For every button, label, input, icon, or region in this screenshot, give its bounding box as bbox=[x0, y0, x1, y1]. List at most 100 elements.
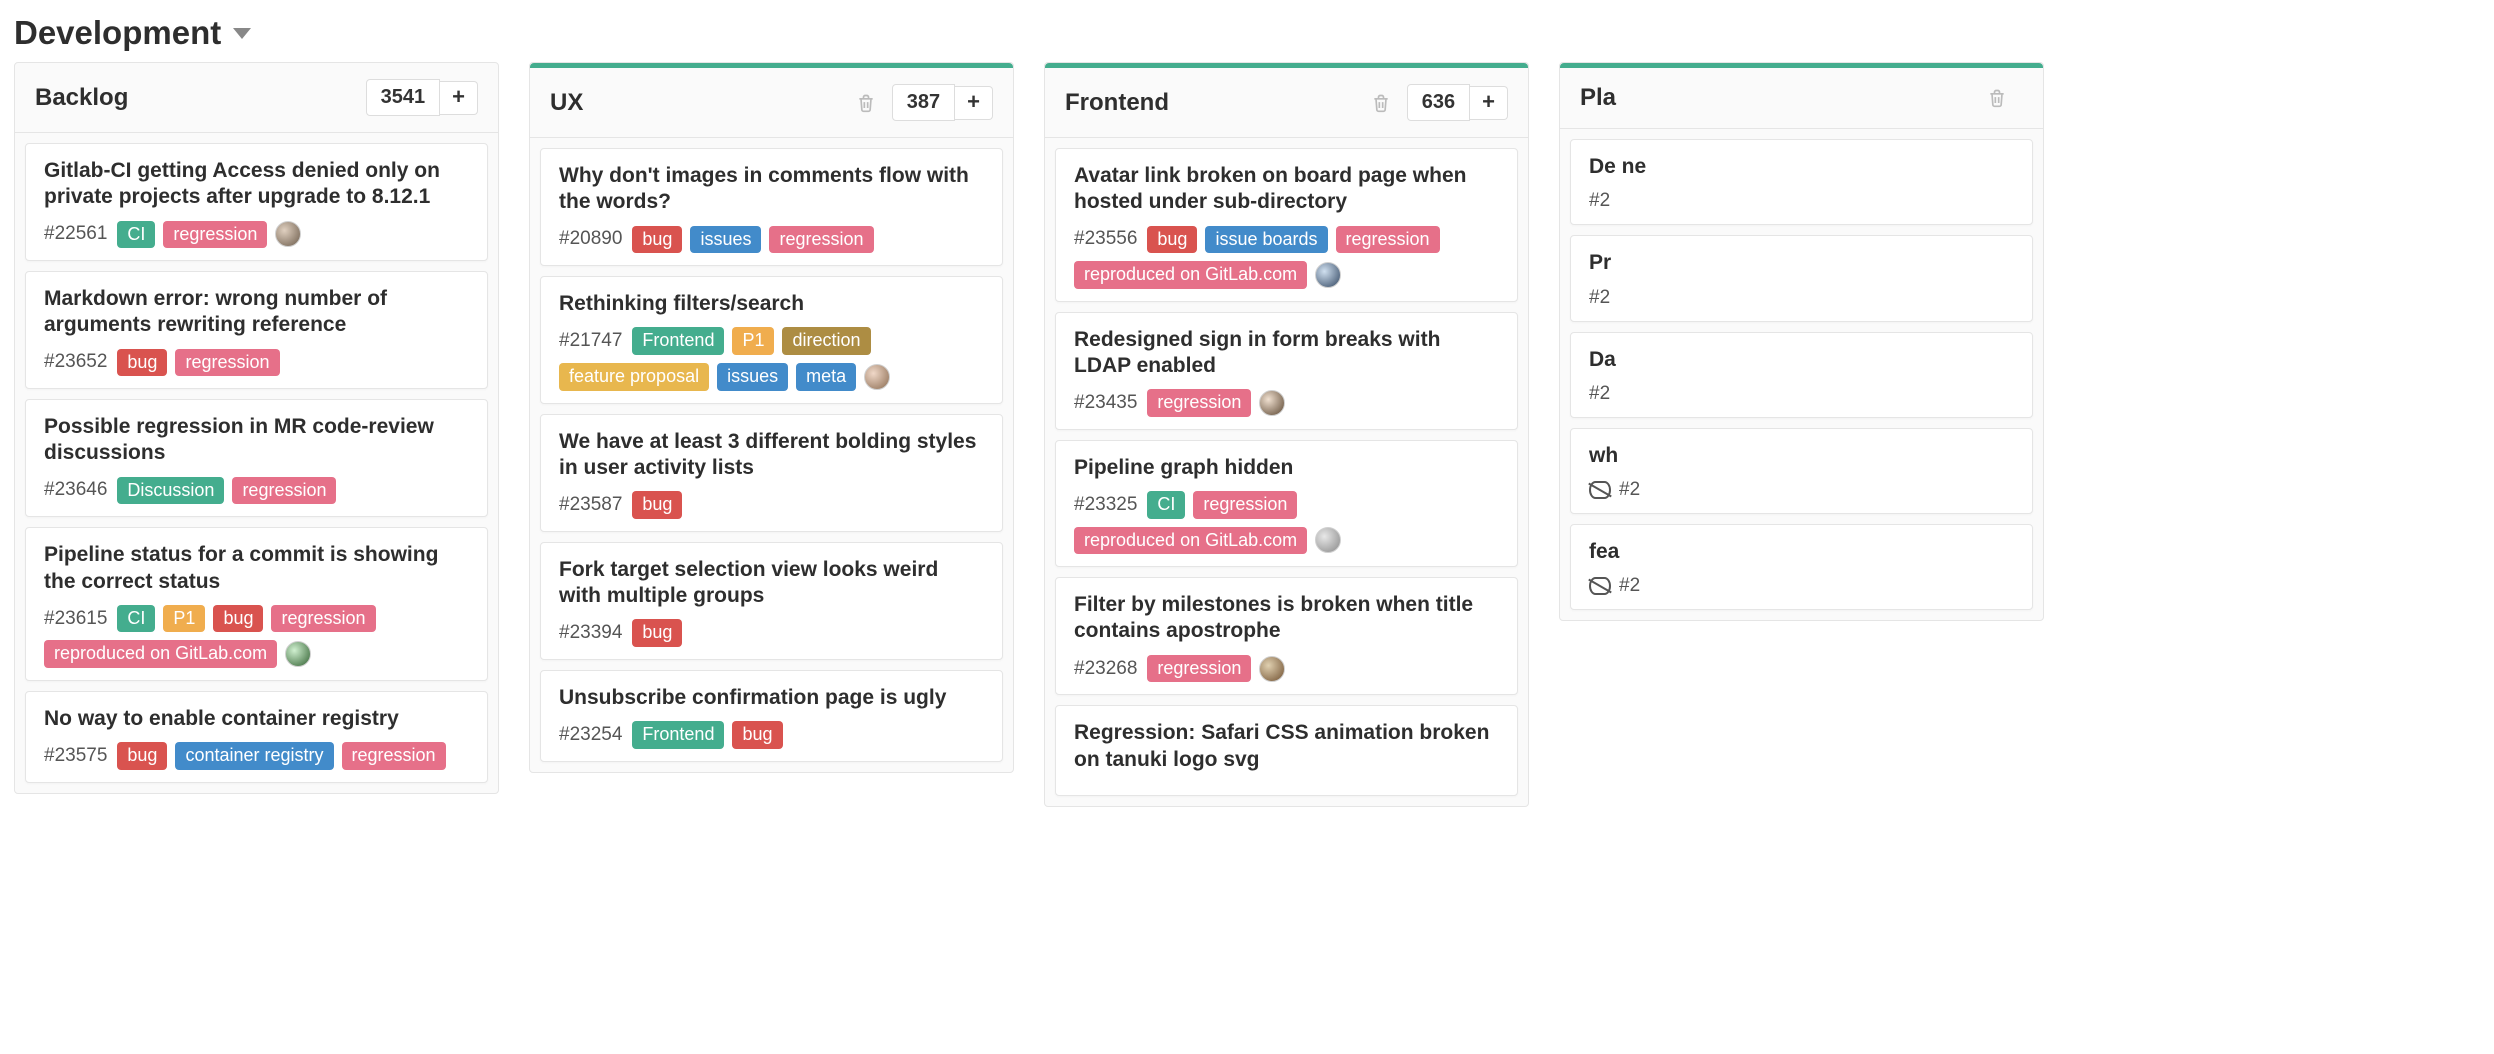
confidential-icon bbox=[1589, 577, 1611, 595]
issue-label[interactable]: regression bbox=[1147, 389, 1251, 417]
issue-card[interactable]: Avatar link broken on board page when ho… bbox=[1055, 148, 1518, 302]
issue-label[interactable]: reproduced on GitLab.com bbox=[1074, 261, 1307, 289]
add-card-button[interactable]: + bbox=[955, 86, 993, 120]
issue-card[interactable]: wh#2 bbox=[1570, 428, 2033, 514]
issue-label[interactable]: P1 bbox=[732, 327, 774, 355]
column-cards: Avatar link broken on board page when ho… bbox=[1045, 138, 1528, 806]
board-title[interactable]: Development bbox=[14, 14, 221, 52]
issue-label[interactable]: P1 bbox=[163, 605, 205, 633]
issue-label[interactable]: bug bbox=[632, 619, 682, 647]
column-cards: Why don't images in comments flow with t… bbox=[530, 138, 1013, 772]
issue-label[interactable]: regression bbox=[1193, 491, 1297, 519]
issue-label[interactable]: feature proposal bbox=[559, 363, 709, 391]
issue-label[interactable]: issues bbox=[690, 226, 761, 254]
issue-label[interactable]: bug bbox=[632, 491, 682, 519]
issue-label[interactable]: issue boards bbox=[1205, 226, 1327, 254]
issue-label[interactable]: direction bbox=[782, 327, 870, 355]
issue-label[interactable]: bug bbox=[117, 742, 167, 770]
issue-label[interactable]: regression bbox=[163, 221, 267, 249]
issue-label[interactable]: CI bbox=[1147, 491, 1185, 519]
issue-label[interactable]: regression bbox=[1336, 226, 1440, 254]
board-columns: Backlog3541+Gitlab-CI getting Access den… bbox=[0, 62, 2494, 807]
issue-label[interactable]: bug bbox=[632, 226, 682, 254]
issue-card[interactable]: fea #2 bbox=[1570, 524, 2033, 610]
add-card-button[interactable]: + bbox=[440, 81, 478, 115]
assignee-avatar[interactable] bbox=[1315, 527, 1341, 553]
issue-title: Unsubscribe confirmation page is ugly bbox=[559, 685, 984, 711]
issue-id: #2 bbox=[1589, 383, 1610, 405]
issue-card[interactable]: Gitlab-CI getting Access denied only on … bbox=[25, 143, 488, 261]
issue-meta: #2 bbox=[1589, 287, 2014, 309]
issue-card[interactable]: Filter by milestones is broken when titl… bbox=[1055, 577, 1518, 695]
column-header: Frontend636+ bbox=[1045, 68, 1528, 138]
issue-title: fea bbox=[1589, 539, 2014, 565]
issue-label[interactable]: Frontend bbox=[632, 327, 724, 355]
column-title: Backlog bbox=[35, 84, 366, 112]
issue-label[interactable]: bug bbox=[117, 349, 167, 377]
confidential-icon bbox=[1589, 481, 1611, 499]
column-count: 387 bbox=[892, 84, 955, 121]
issue-label[interactable]: Discussion bbox=[117, 477, 224, 505]
issue-card[interactable]: Fork target selection view looks weird w… bbox=[540, 542, 1003, 660]
issue-label[interactable]: reproduced on GitLab.com bbox=[1074, 527, 1307, 555]
assignee-avatar[interactable] bbox=[864, 364, 890, 390]
issue-label[interactable]: regression bbox=[1147, 655, 1251, 683]
issue-label[interactable]: CI bbox=[117, 605, 155, 633]
issue-meta: #23556bugissue boardsregressionreproduce… bbox=[1074, 226, 1499, 289]
issue-meta: #2 bbox=[1589, 190, 2014, 212]
issue-label[interactable]: regression bbox=[769, 226, 873, 254]
issue-card[interactable]: No way to enable container registry#2357… bbox=[25, 691, 488, 783]
issue-meta: #23435regression bbox=[1074, 389, 1499, 417]
board-dropdown-caret[interactable] bbox=[233, 28, 251, 39]
issue-card[interactable]: We have at least 3 different bolding sty… bbox=[540, 414, 1003, 532]
issue-card[interactable]: Pipeline status for a commit is showing … bbox=[25, 527, 488, 681]
issue-label[interactable]: issues bbox=[717, 363, 788, 391]
assignee-avatar[interactable] bbox=[275, 221, 301, 247]
issue-label[interactable]: reproduced on GitLab.com bbox=[44, 640, 277, 668]
assignee-avatar[interactable] bbox=[1315, 262, 1341, 288]
issue-card[interactable]: Markdown error: wrong number of argument… bbox=[25, 271, 488, 389]
issue-card[interactable]: Unsubscribe confirmation page is ugly#23… bbox=[540, 670, 1003, 762]
delete-column-icon[interactable] bbox=[1987, 87, 2007, 109]
issue-card[interactable]: Why don't images in comments flow with t… bbox=[540, 148, 1003, 266]
issue-id: #2 bbox=[1619, 575, 1640, 597]
issue-card[interactable]: Pr#2 bbox=[1570, 235, 2033, 321]
issue-id: #23615 bbox=[44, 608, 107, 630]
issue-label[interactable]: meta bbox=[796, 363, 856, 391]
assignee-avatar[interactable] bbox=[1259, 656, 1285, 682]
issue-title: wh bbox=[1589, 443, 2014, 469]
issue-label[interactable]: bug bbox=[1147, 226, 1197, 254]
issue-label[interactable]: bug bbox=[213, 605, 263, 633]
delete-column-icon[interactable] bbox=[856, 92, 876, 114]
issue-id: #2 bbox=[1589, 190, 1610, 212]
issue-label[interactable]: regression bbox=[175, 349, 279, 377]
issue-label[interactable]: CI bbox=[117, 221, 155, 249]
delete-column-icon[interactable] bbox=[1371, 92, 1391, 114]
add-card-button[interactable]: + bbox=[1470, 86, 1508, 120]
issue-meta: #2 bbox=[1589, 575, 2014, 597]
issue-card[interactable]: Redesigned sign in form breaks with LDAP… bbox=[1055, 312, 1518, 430]
issue-title: Redesigned sign in form breaks with LDAP… bbox=[1074, 327, 1499, 380]
issue-card[interactable]: Rethinking filters/search#21747FrontendP… bbox=[540, 276, 1003, 403]
issue-label[interactable]: regression bbox=[271, 605, 375, 633]
issue-card[interactable]: Possible regression in MR code-review di… bbox=[25, 399, 488, 517]
assignee-avatar[interactable] bbox=[1259, 390, 1285, 416]
issue-card[interactable]: Da#2 bbox=[1570, 332, 2033, 418]
column-title: Pla bbox=[1580, 84, 1987, 112]
issue-meta: #23575bugcontainer registryregression bbox=[44, 742, 469, 770]
issue-label[interactable]: bug bbox=[732, 721, 782, 749]
issue-label[interactable]: container registry bbox=[175, 742, 333, 770]
issue-card[interactable]: Pipeline graph hidden#23325CIregressionr… bbox=[1055, 440, 1518, 567]
issue-label[interactable]: Frontend bbox=[632, 721, 724, 749]
column-cards: De ne#2Pr#2Da#2wh#2fea#2 bbox=[1560, 129, 2043, 620]
assignee-avatar[interactable] bbox=[285, 641, 311, 667]
issue-title: Possible regression in MR code-review di… bbox=[44, 414, 469, 467]
issue-label[interactable]: regression bbox=[232, 477, 336, 505]
column-ux: UX387+Why don't images in comments flow … bbox=[529, 62, 1014, 773]
issue-title: Pipeline graph hidden bbox=[1074, 455, 1499, 481]
issue-card[interactable]: Regression: Safari CSS animation broken … bbox=[1055, 705, 1518, 796]
issue-title: Regression: Safari CSS animation broken … bbox=[1074, 720, 1499, 773]
issue-label[interactable]: regression bbox=[342, 742, 446, 770]
issue-card[interactable]: De ne#2 bbox=[1570, 139, 2033, 225]
column-cards: Gitlab-CI getting Access denied only on … bbox=[15, 133, 498, 793]
